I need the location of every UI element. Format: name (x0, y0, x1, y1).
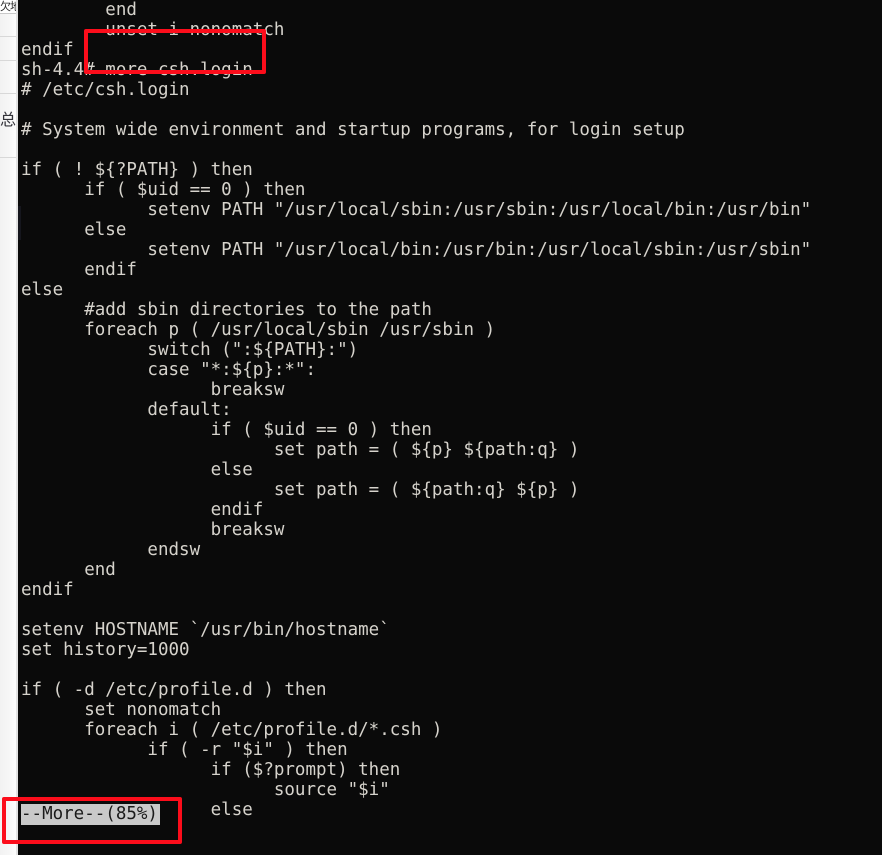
terminal-line: set path = ( ${path:q} ${p} ) (21, 480, 580, 500)
terminal-line: endif (21, 40, 74, 60)
terminal-line: endif (21, 580, 74, 600)
terminal-line: if ( ! ${?PATH} ) then (21, 160, 253, 180)
terminal-line: if ( $uid == 0 ) then (21, 180, 306, 200)
terminal-line: setenv HOSTNAME `/usr/bin/hostname` (21, 620, 390, 640)
terminal-line: end (21, 0, 137, 20)
terminal-line: endif (21, 260, 137, 280)
terminal-line: foreach p ( /usr/local/sbin /usr/sbin ) (21, 320, 496, 340)
terminal-line: unset i nonomatch (21, 20, 285, 40)
more-pager-prompt[interactable]: --More--(85%) (21, 804, 160, 825)
terminal-line: end (21, 560, 116, 580)
terminal-line: #add sbin directories to the path (21, 300, 432, 320)
terminal-line: breaksw (21, 380, 285, 400)
terminal-line: if ( $uid == 0 ) then (21, 420, 432, 440)
terminal-output: end unset i nonomatch endif sh-4.4# more c… (21, 0, 882, 820)
terminal-line: if ( -d /etc/profile.d ) then (21, 680, 327, 700)
terminal-line: setenv PATH "/usr/local/sbin:/usr/sbin:/… (21, 200, 812, 220)
terminal-line: setenv PATH "/usr/local/bin:/usr/bin:/us… (21, 240, 812, 260)
terminal-line: if ( -r "$i" ) then (21, 740, 348, 760)
terminal-line: case "*:${p}:*": (21, 360, 317, 380)
screenshot-canvas: 欠地 总 人 end unset i nonomatchendifsh-4.4#… (0, 0, 882, 855)
terminal-line: foreach i ( /etc/profile.d/*.csh ) (21, 720, 443, 740)
terminal-line: # System wide environment and startup pr… (21, 120, 685, 140)
terminal-line: set path = ( ${p} ${path:q} ) (21, 440, 580, 460)
terminal-line: # /etc/csh.login (21, 80, 190, 100)
terminal-line: sh-4.4# more csh.login (21, 60, 253, 80)
terminal-line: breaksw (21, 520, 285, 540)
background-window-sidebar-text: 总 人 (0, 110, 16, 129)
terminal-line: default: (21, 400, 232, 420)
terminal-line: set nonomatch (21, 700, 222, 720)
terminal-line: source "$i" (21, 780, 390, 800)
terminal-line: set history=1000 (21, 640, 190, 660)
terminal-line: switch (":${PATH}:") (21, 340, 359, 360)
terminal-line: else (21, 220, 127, 240)
terminal-window[interactable]: end unset i nonomatch endif sh-4.4# more c… (18, 0, 882, 855)
terminal-line: if ($?prompt) then (21, 760, 401, 780)
terminal-line: else (21, 460, 253, 480)
terminal-line: endif (21, 500, 264, 520)
terminal-line: else (21, 280, 64, 300)
terminal-line: endsw (21, 540, 201, 560)
